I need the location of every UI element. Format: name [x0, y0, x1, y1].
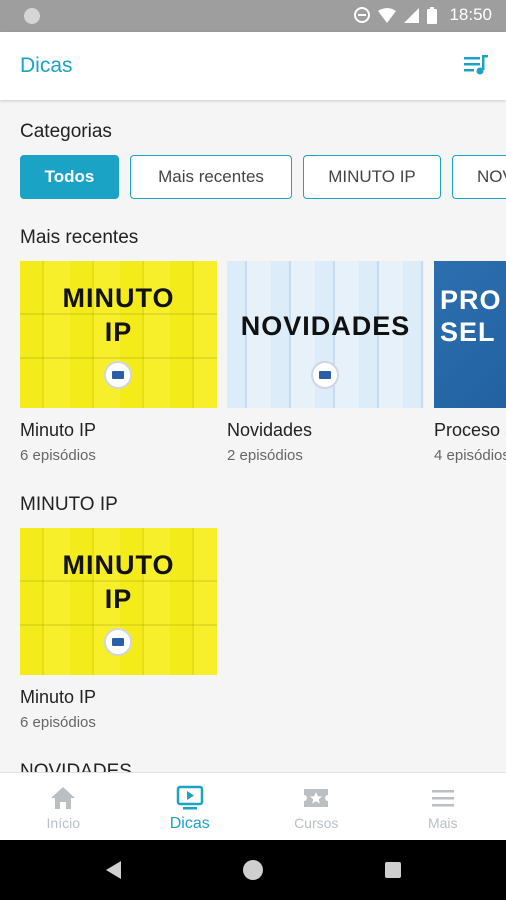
thumb-text: NOVIDADES: [240, 311, 411, 341]
battery-icon: [427, 6, 438, 24]
card-title: Minuto IP: [20, 420, 97, 440]
content-area[interactable]: Categorias Todos Mais recentes MINUTO IP…: [0, 100, 506, 772]
notification-dot-icon: [24, 8, 40, 24]
thumbnail: MINUTO IP: [20, 261, 217, 408]
card-episodes: 4 episódios: [434, 447, 506, 464]
category-chips: Todos Mais recentes MINUTO IP NOVIDADES: [20, 155, 506, 199]
thumb-text: MINUTO: [62, 283, 175, 313]
home-icon: [51, 787, 76, 809]
card-processo-seletivo[interactable]: PRO SEL Proceso Seletivo 4 episódios: [434, 261, 506, 464]
nav-label: Dicas: [169, 815, 210, 832]
page-title: Dicas: [20, 54, 73, 77]
back-icon[interactable]: [105, 860, 123, 880]
status-bar: 18:50: [0, 0, 506, 32]
tv-play-icon: [176, 785, 203, 810]
logo-icon: [104, 361, 132, 389]
section-title-novidades: NOVIDADES: [20, 761, 132, 772]
system-nav-bar: [0, 840, 506, 900]
card-minuto-ip[interactable]: MINUTO IP Minuto IP 6 episódios: [20, 528, 217, 731]
chip-todos[interactable]: Todos: [20, 155, 119, 199]
signal-icon: [404, 7, 420, 23]
app-bar: Dicas: [0, 32, 506, 100]
thumbnail: MINUTO IP: [20, 528, 217, 675]
ticket-star-icon: [304, 789, 329, 807]
card-title: Proceso Seletivo: [434, 420, 506, 440]
categories-heading: Categorias: [20, 121, 112, 142]
card-episodes: 6 episódios: [20, 714, 96, 731]
chip-mais-recentes[interactable]: Mais recentes: [130, 155, 292, 199]
chip-novidades[interactable]: NOVIDADES: [452, 155, 506, 199]
wifi-icon: [378, 7, 397, 23]
clock: 18:50: [449, 5, 492, 24]
bottom-navigation: Início Dicas Cursos Mais: [0, 772, 506, 840]
logo-icon: [104, 628, 132, 656]
thumbnail: PRO SEL: [434, 261, 506, 408]
card-episodes: 6 episódios: [20, 447, 96, 464]
home-button-icon[interactable]: [243, 860, 263, 880]
thumb-text: IP: [104, 584, 133, 614]
card-novidades[interactable]: NOVIDADES Novidades 2 episódios: [227, 261, 424, 464]
nav-label: Início: [46, 815, 80, 831]
thumb-text: IP: [104, 317, 133, 347]
nav-dicas[interactable]: Dicas: [127, 773, 254, 840]
logo-icon: [311, 361, 339, 389]
thumbnail: NOVIDADES: [227, 261, 424, 408]
recents-icon[interactable]: [385, 862, 401, 878]
card-episodes: 2 episódios: [227, 447, 303, 464]
thumb-text: SEL: [440, 317, 496, 347]
menu-icon: [431, 790, 454, 807]
section-title-mais-recentes: Mais recentes: [20, 227, 139, 248]
playlist-icon[interactable]: [462, 53, 490, 79]
thumb-text: PRO: [440, 285, 502, 315]
nav-inicio[interactable]: Início: [0, 773, 127, 840]
card-title: Minuto IP: [20, 687, 97, 707]
nav-label: Mais: [427, 815, 458, 831]
nav-label: Cursos: [294, 815, 339, 831]
nav-mais[interactable]: Mais: [380, 773, 506, 840]
card-minuto-ip[interactable]: MINUTO IP Minuto IP 6 episódios: [20, 261, 217, 464]
do-not-disturb-icon: [354, 7, 371, 23]
thumb-text: MINUTO: [62, 550, 175, 580]
chip-minuto-ip[interactable]: MINUTO IP: [303, 155, 441, 199]
card-title: Novidades: [227, 420, 313, 440]
nav-cursos[interactable]: Cursos: [253, 773, 380, 840]
section-title-minuto-ip: MINUTO IP: [20, 494, 118, 515]
